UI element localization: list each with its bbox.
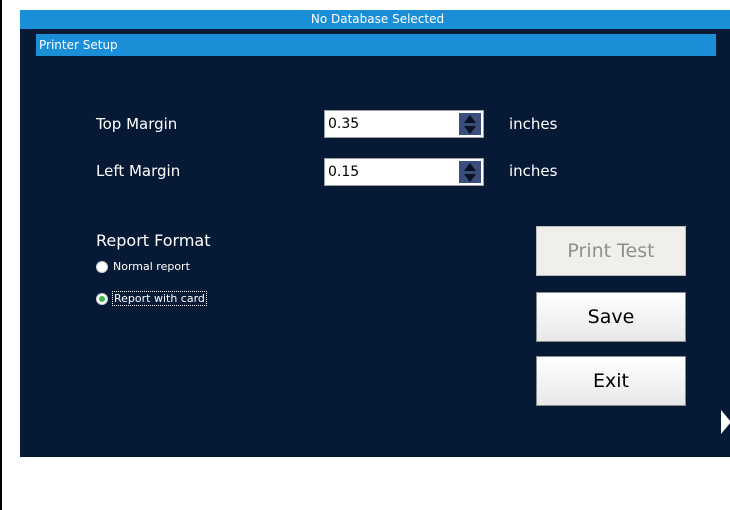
triangle-down-icon[interactable]	[464, 125, 476, 134]
radio-label: Normal report	[113, 260, 190, 273]
left-margin-field[interactable]: 0.15	[324, 158, 484, 186]
exit-button[interactable]: Exit	[536, 356, 686, 406]
title-bar: No Database Selected	[20, 10, 730, 29]
radio-button[interactable]	[96, 260, 108, 273]
top-margin-spinner[interactable]	[459, 113, 481, 135]
top-margin-unit: inches	[509, 115, 558, 133]
report-format-label: Report Format	[96, 231, 211, 250]
top-margin-label: Top Margin	[96, 115, 178, 133]
left-margin-value[interactable]: 0.15	[328, 164, 359, 180]
save-button[interactable]: Save	[536, 292, 686, 342]
top-margin-field[interactable]: 0.35	[324, 110, 484, 138]
radio-report-with-card[interactable]: Report with card	[96, 291, 207, 306]
radio-label: Report with card	[112, 291, 207, 306]
triangle-down-icon[interactable]	[464, 173, 476, 182]
left-margin-label: Left Margin	[96, 162, 181, 180]
printer-setup-window: No Database Selected Printer Setup Top M…	[20, 10, 730, 457]
window-border	[0, 0, 2, 510]
radio-normal-report[interactable]: Normal report	[96, 260, 190, 273]
chevron-right-icon[interactable]	[721, 410, 730, 434]
top-margin-value[interactable]: 0.35	[328, 116, 359, 132]
print-test-button[interactable]: Print Test	[536, 226, 686, 276]
radio-button[interactable]	[96, 292, 108, 305]
left-margin-unit: inches	[509, 162, 558, 180]
section-header: Printer Setup	[36, 34, 716, 56]
triangle-up-icon[interactable]	[464, 162, 476, 171]
triangle-up-icon[interactable]	[464, 114, 476, 123]
left-margin-spinner[interactable]	[459, 161, 481, 183]
